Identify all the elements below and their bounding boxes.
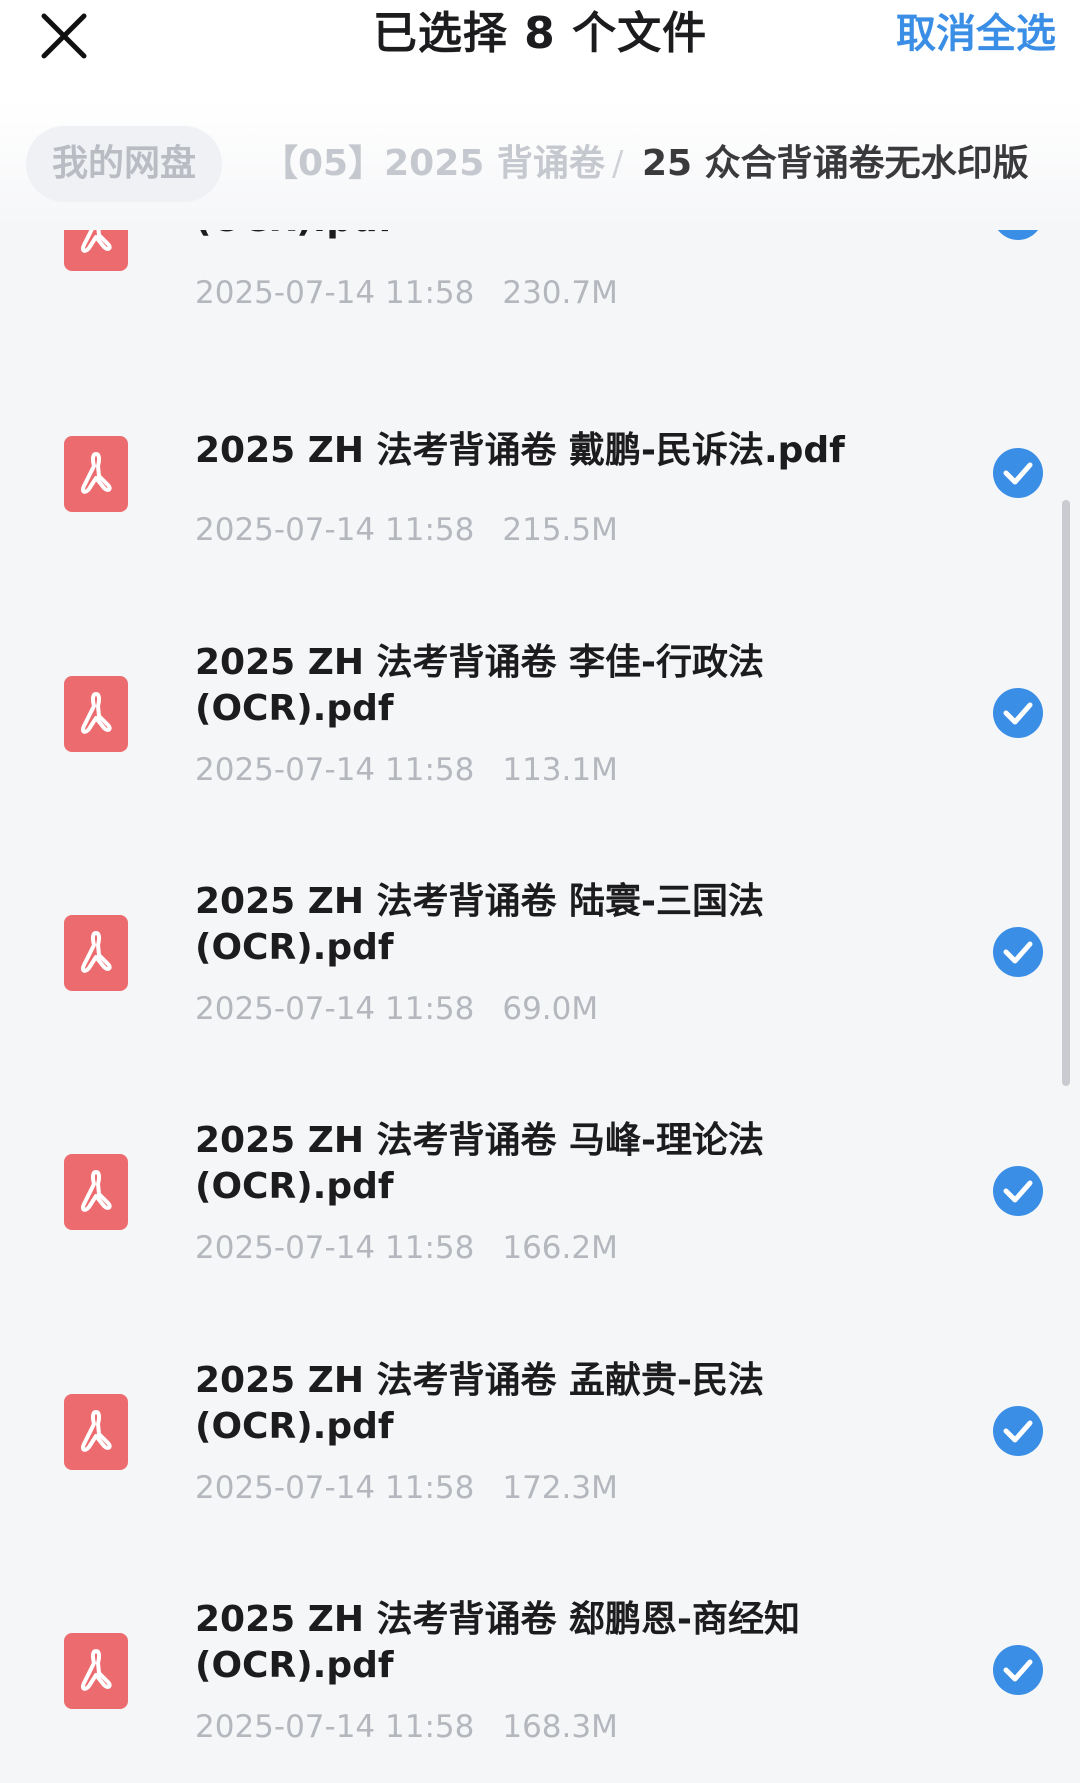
file-name-line: 2025 ZH 法考背诵卷 马峰-理论法 [195,1120,764,1161]
file-size: 215.5M [502,512,618,548]
checked-icon[interactable] [993,1645,1043,1695]
file-name-line: (OCR).pdf [195,688,394,729]
file-size: 69.0M [502,991,599,1027]
file-name: 2025 ZH 法考背诵卷 李佳-行政法 (OCR).pdf [195,640,875,732]
scrollbar[interactable] [1062,500,1070,1086]
checked-icon[interactable] [993,927,1043,977]
file-date: 2025-07-14 11:58 [195,752,475,788]
file-select-screen: 已选择 8 个文件 取消全选 我的网盘 【05】2025 背诵卷 / 25 众合… [0,0,1080,1783]
breadcrumb-separator: / [612,144,624,184]
breadcrumb-folder-05[interactable]: 【05】2025 背诵卷 [262,126,605,202]
file-date: 2025-07-14 11:58 [195,512,475,548]
file-size: 230.7M [502,275,618,311]
pdf-icon [64,1633,128,1709]
file-name-line: (OCR).pdf [195,1166,394,1207]
file-size: 168.3M [502,1709,618,1745]
file-name-line: 2025 ZH 法考背诵卷 陆寰-三国法 [195,881,764,922]
file-meta: 2025-07-14 11:58 215.5M [195,512,618,548]
file-row[interactable]: 2025 ZH 法考背诵卷 陆寰-三国法 (OCR).pdf 2025-07-1… [0,879,1080,1109]
file-date: 2025-07-14 11:58 [195,1470,475,1506]
file-meta: 2025-07-14 11:58 172.3M [195,1470,618,1506]
file-row[interactable]: 2025 ZH 法考背诵卷 戴鹏-民诉法.pdf 2025-07-14 11:5… [0,400,1080,630]
file-name-line: 2025 ZH 法考背诵卷 郄鹏恩-商经知 [195,1599,800,1640]
file-row[interactable]: 2025 ZH 法考背诵卷 郄鹏恩-商经知 (OCR).pdf 2025-07-… [0,1597,1080,1783]
file-meta: 2025-07-14 11:58 168.3M [195,1709,618,1745]
file-date: 2025-07-14 11:58 [195,275,475,311]
file-name-line: 2025 ZH 法考背诵卷 孟献贵-民法 [195,1360,764,1401]
file-name: 2025 ZH 法考背诵卷 孟献贵-民法 (OCR).pdf [195,1358,875,1450]
pdf-icon [64,1154,128,1230]
file-name-line: (OCR).pdf [195,1406,394,1447]
breadcrumb-current-folder: 25 众合背诵卷无水印版 [642,143,1029,184]
file-date: 2025-07-14 11:58 [195,991,475,1027]
pdf-icon [64,436,128,512]
file-name: 2025 ZH 法考背诵卷 郄鹏恩-商经知 (OCR).pdf [195,1597,875,1689]
checked-icon[interactable] [993,1166,1043,1216]
file-size: 166.2M [502,1230,618,1266]
file-name: 2025 ZH 法考背诵卷 马峰-理论法 (OCR).pdf [195,1118,875,1210]
file-row[interactable]: 2025 ZH 法考背诵卷 李佳-行政法 (OCR).pdf 2025-07-1… [0,640,1080,870]
pdf-icon [64,1394,128,1470]
file-row[interactable]: 2025 ZH 法考背诵卷 孟献贵-民法 (OCR).pdf 2025-07-1… [0,1358,1080,1588]
file-name: 2025 ZH 法考背诵卷 戴鹏-民诉法.pdf [195,430,845,471]
checked-icon[interactable] [993,688,1043,738]
top-bar: 已选择 8 个文件 取消全选 [0,0,1080,100]
file-size: 172.3M [502,1470,618,1506]
checked-icon[interactable] [993,448,1043,498]
file-meta: 2025-07-14 11:58 230.7M [195,275,618,311]
pdf-icon [64,915,128,991]
file-name-line: (OCR).pdf [195,927,394,968]
file-name-line: (OCR).pdf [195,1645,394,1686]
file-meta: 2025-07-14 11:58 69.0M [195,991,598,1027]
file-list: (OCR).pdf 2025-07-14 11:58 230.7M 2025 ZH… [0,0,1080,1783]
file-row[interactable]: 2025 ZH 法考背诵卷 马峰-理论法 (OCR).pdf 2025-07-1… [0,1118,1080,1348]
file-size: 113.1M [502,752,618,788]
file-name: 2025 ZH 法考背诵卷 陆寰-三国法 (OCR).pdf [195,879,875,971]
file-date: 2025-07-14 11:58 [195,1709,475,1745]
file-date: 2025-07-14 11:58 [195,1230,475,1266]
checked-icon[interactable] [993,1406,1043,1456]
file-meta: 2025-07-14 11:58 166.2M [195,1230,618,1266]
pdf-icon [64,676,128,752]
cancel-select-all-button[interactable]: 取消全选 [896,4,1056,64]
breadcrumb: 我的网盘 【05】2025 背诵卷 / 25 众合背诵卷无水印版 [0,100,1080,230]
file-name-line: 2025 ZH 法考背诵卷 李佳-行政法 [195,642,764,683]
file-meta: 2025-07-14 11:58 113.1M [195,752,618,788]
breadcrumb-root[interactable]: 我的网盘 [26,126,223,202]
